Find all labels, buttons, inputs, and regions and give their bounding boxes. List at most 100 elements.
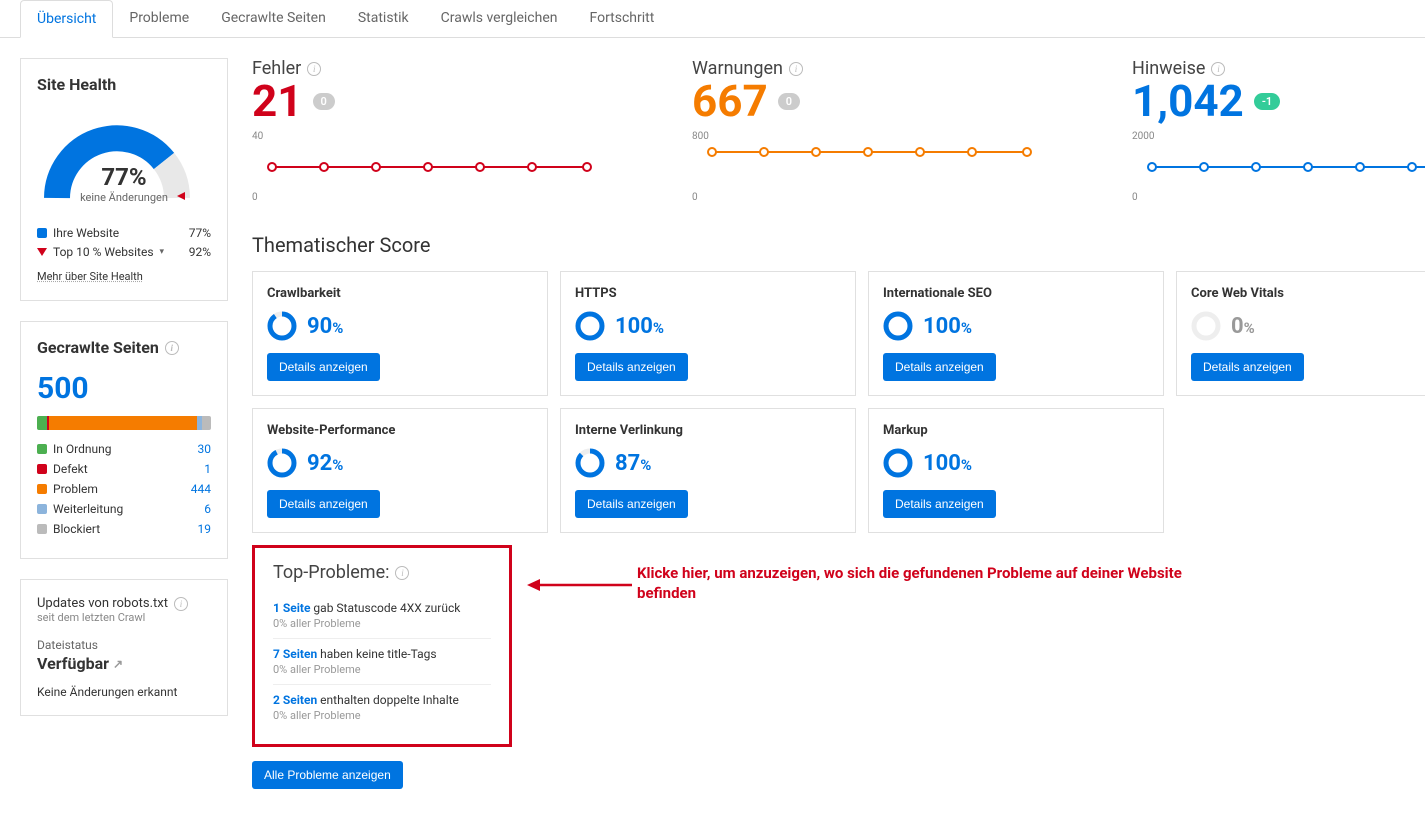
score-ring-icon xyxy=(883,448,913,478)
info-icon[interactable]: i xyxy=(395,566,409,580)
errors-delta: 0 xyxy=(313,93,335,110)
crawled-pages-card: Gecrawlte Seiten i 500 In Ordnung30 Defek… xyxy=(20,321,228,559)
crawled-status-row[interactable]: In Ordnung30 xyxy=(37,442,211,456)
warnings-value: 667 xyxy=(692,79,768,123)
info-icon[interactable]: i xyxy=(174,597,188,611)
top-problems-title: Top-Probleme: xyxy=(273,562,389,583)
score-name: Core Web Vitals xyxy=(1191,286,1425,301)
swatch-icon xyxy=(37,444,47,454)
robots-sub: seit dem letzten Crawl xyxy=(37,611,211,624)
notices-value: 1,042 xyxy=(1132,79,1244,123)
tab-gecrawlte[interactable]: Gecrawlte Seiten xyxy=(205,0,342,37)
score-name: Interne Verlinkung xyxy=(575,423,841,438)
info-icon[interactable]: i xyxy=(165,341,179,355)
tab-vergleichen[interactable]: Crawls vergleichen xyxy=(425,0,574,37)
crawled-stacked-bar xyxy=(37,416,211,430)
details-button[interactable]: Details anzeigen xyxy=(1191,353,1304,381)
score-name: Markup xyxy=(883,423,1149,438)
details-button[interactable]: Details anzeigen xyxy=(575,353,688,381)
tab-fortschritt[interactable]: Fortschritt xyxy=(574,0,671,37)
details-button[interactable]: Details anzeigen xyxy=(575,490,688,518)
chevron-down-icon: ▾ xyxy=(160,247,165,257)
top-problem-item[interactable]: 2 Seiten enthalten doppelte Inhalte0% al… xyxy=(273,685,491,730)
score-card: Website-Performance 92% Details anzeigen xyxy=(252,408,548,533)
swatch-icon xyxy=(37,464,47,474)
metric-errors: Fehleri 21 0 40 0 xyxy=(252,58,592,203)
score-card: Internationale SEO 100% Details anzeigen xyxy=(868,271,1164,396)
score-value: 100% xyxy=(615,314,664,339)
swatch-icon xyxy=(37,228,47,238)
tab-uebersicht[interactable]: Übersicht xyxy=(20,0,113,38)
errors-sparkline: 40 0 xyxy=(252,131,592,203)
tab-bar: Übersicht Probleme Gecrawlte Seiten Stat… xyxy=(0,0,1425,38)
score-ring-icon xyxy=(575,311,605,341)
score-ring-icon xyxy=(267,311,297,341)
arrow-icon xyxy=(522,575,642,595)
crawled-status-row[interactable]: Defekt1 xyxy=(37,462,211,476)
warnings-sparkline: 800 0 xyxy=(692,131,1032,203)
crawled-status-row[interactable]: Problem444 xyxy=(37,482,211,496)
file-status-value[interactable]: Verfügbar ↗ xyxy=(37,654,211,673)
score-value: 92% xyxy=(307,451,343,476)
top-problem-item[interactable]: 1 Seite gab Statuscode 4XX zurück0% alle… xyxy=(273,593,491,639)
show-all-problems-button[interactable]: Alle Probleme anzeigen xyxy=(252,761,403,789)
errors-value: 21 xyxy=(252,79,303,123)
score-value: 100% xyxy=(923,314,972,339)
score-card: Markup 100% Details anzeigen xyxy=(868,408,1164,533)
site-health-title: Site Health xyxy=(37,75,211,94)
annotation-text: Klicke hier, um anzuzeigen, wo sich die … xyxy=(637,563,1197,604)
details-button[interactable]: Details anzeigen xyxy=(883,353,996,381)
site-health-gauge: 77% keine Änderungen xyxy=(37,108,211,208)
score-ring-icon xyxy=(267,448,297,478)
info-icon[interactable]: i xyxy=(307,62,321,76)
gauge-percent: 77% xyxy=(37,163,211,191)
tab-statistik[interactable]: Statistik xyxy=(342,0,425,37)
crawled-status-row[interactable]: Blockiert19 xyxy=(37,522,211,536)
robots-title: Updates von robots.txt xyxy=(37,596,168,611)
score-card: HTTPS 100% Details anzeigen xyxy=(560,271,856,396)
crawled-title: Gecrawlte Seiten xyxy=(37,338,159,357)
legend-your-site: Ihre Website 77% xyxy=(37,226,211,240)
triangle-icon xyxy=(37,248,47,256)
details-button[interactable]: Details anzeigen xyxy=(267,353,380,381)
score-value: 90% xyxy=(307,314,343,339)
metric-warnings: Warnungeni 667 0 800 0 xyxy=(692,58,1032,203)
score-card: Crawlbarkeit 90% Details anzeigen xyxy=(252,271,548,396)
site-health-more-link[interactable]: Mehr über Site Health xyxy=(37,270,143,283)
swatch-icon xyxy=(37,484,47,494)
tab-probleme[interactable]: Probleme xyxy=(113,0,205,37)
score-value: 100% xyxy=(923,451,972,476)
gauge-sub: keine Änderungen xyxy=(37,191,211,204)
score-card: Interne Verlinkung 87% Details anzeigen xyxy=(560,408,856,533)
site-health-card: Site Health 77% keine Änderungen Ihre We… xyxy=(20,58,228,301)
external-link-icon: ↗ xyxy=(113,657,123,671)
score-ring-icon xyxy=(1191,311,1221,341)
robots-card: Updates von robots.txt i seit dem letzte… xyxy=(20,579,228,716)
robots-no-changes: Keine Änderungen erkannt xyxy=(37,685,211,699)
warnings-delta: 0 xyxy=(778,93,800,110)
legend-top10[interactable]: Top 10 % Websites ▾ 92% xyxy=(37,245,211,259)
metric-notices: Hinweisei 1,042 -1 2000 0 xyxy=(1132,58,1425,203)
swatch-icon xyxy=(37,504,47,514)
file-status-label: Dateistatus xyxy=(37,638,211,652)
score-name: Crawlbarkeit xyxy=(267,286,533,301)
notices-sparkline: 2000 0 xyxy=(1132,131,1425,203)
score-ring-icon xyxy=(575,448,605,478)
score-value: 0% xyxy=(1231,314,1255,339)
top-problems-panel: Top-Probleme: i 1 Seite gab Statuscode 4X… xyxy=(252,545,512,747)
crawled-status-row[interactable]: Weiterleitung6 xyxy=(37,502,211,516)
crawled-total: 500 xyxy=(37,371,211,406)
thematic-title: Thematischer Score xyxy=(252,233,1425,257)
score-name: Internationale SEO xyxy=(883,286,1149,301)
score-name: Website-Performance xyxy=(267,423,533,438)
info-icon[interactable]: i xyxy=(1211,62,1225,76)
score-value: 87% xyxy=(615,451,651,476)
score-name: HTTPS xyxy=(575,286,841,301)
info-icon[interactable]: i xyxy=(789,62,803,76)
score-card: Core Web Vitals 0% Details anzeigen xyxy=(1176,271,1425,396)
score-ring-icon xyxy=(883,311,913,341)
details-button[interactable]: Details anzeigen xyxy=(883,490,996,518)
top-problem-item[interactable]: 7 Seiten haben keine title-Tags0% aller … xyxy=(273,639,491,685)
swatch-icon xyxy=(37,524,47,534)
details-button[interactable]: Details anzeigen xyxy=(267,490,380,518)
